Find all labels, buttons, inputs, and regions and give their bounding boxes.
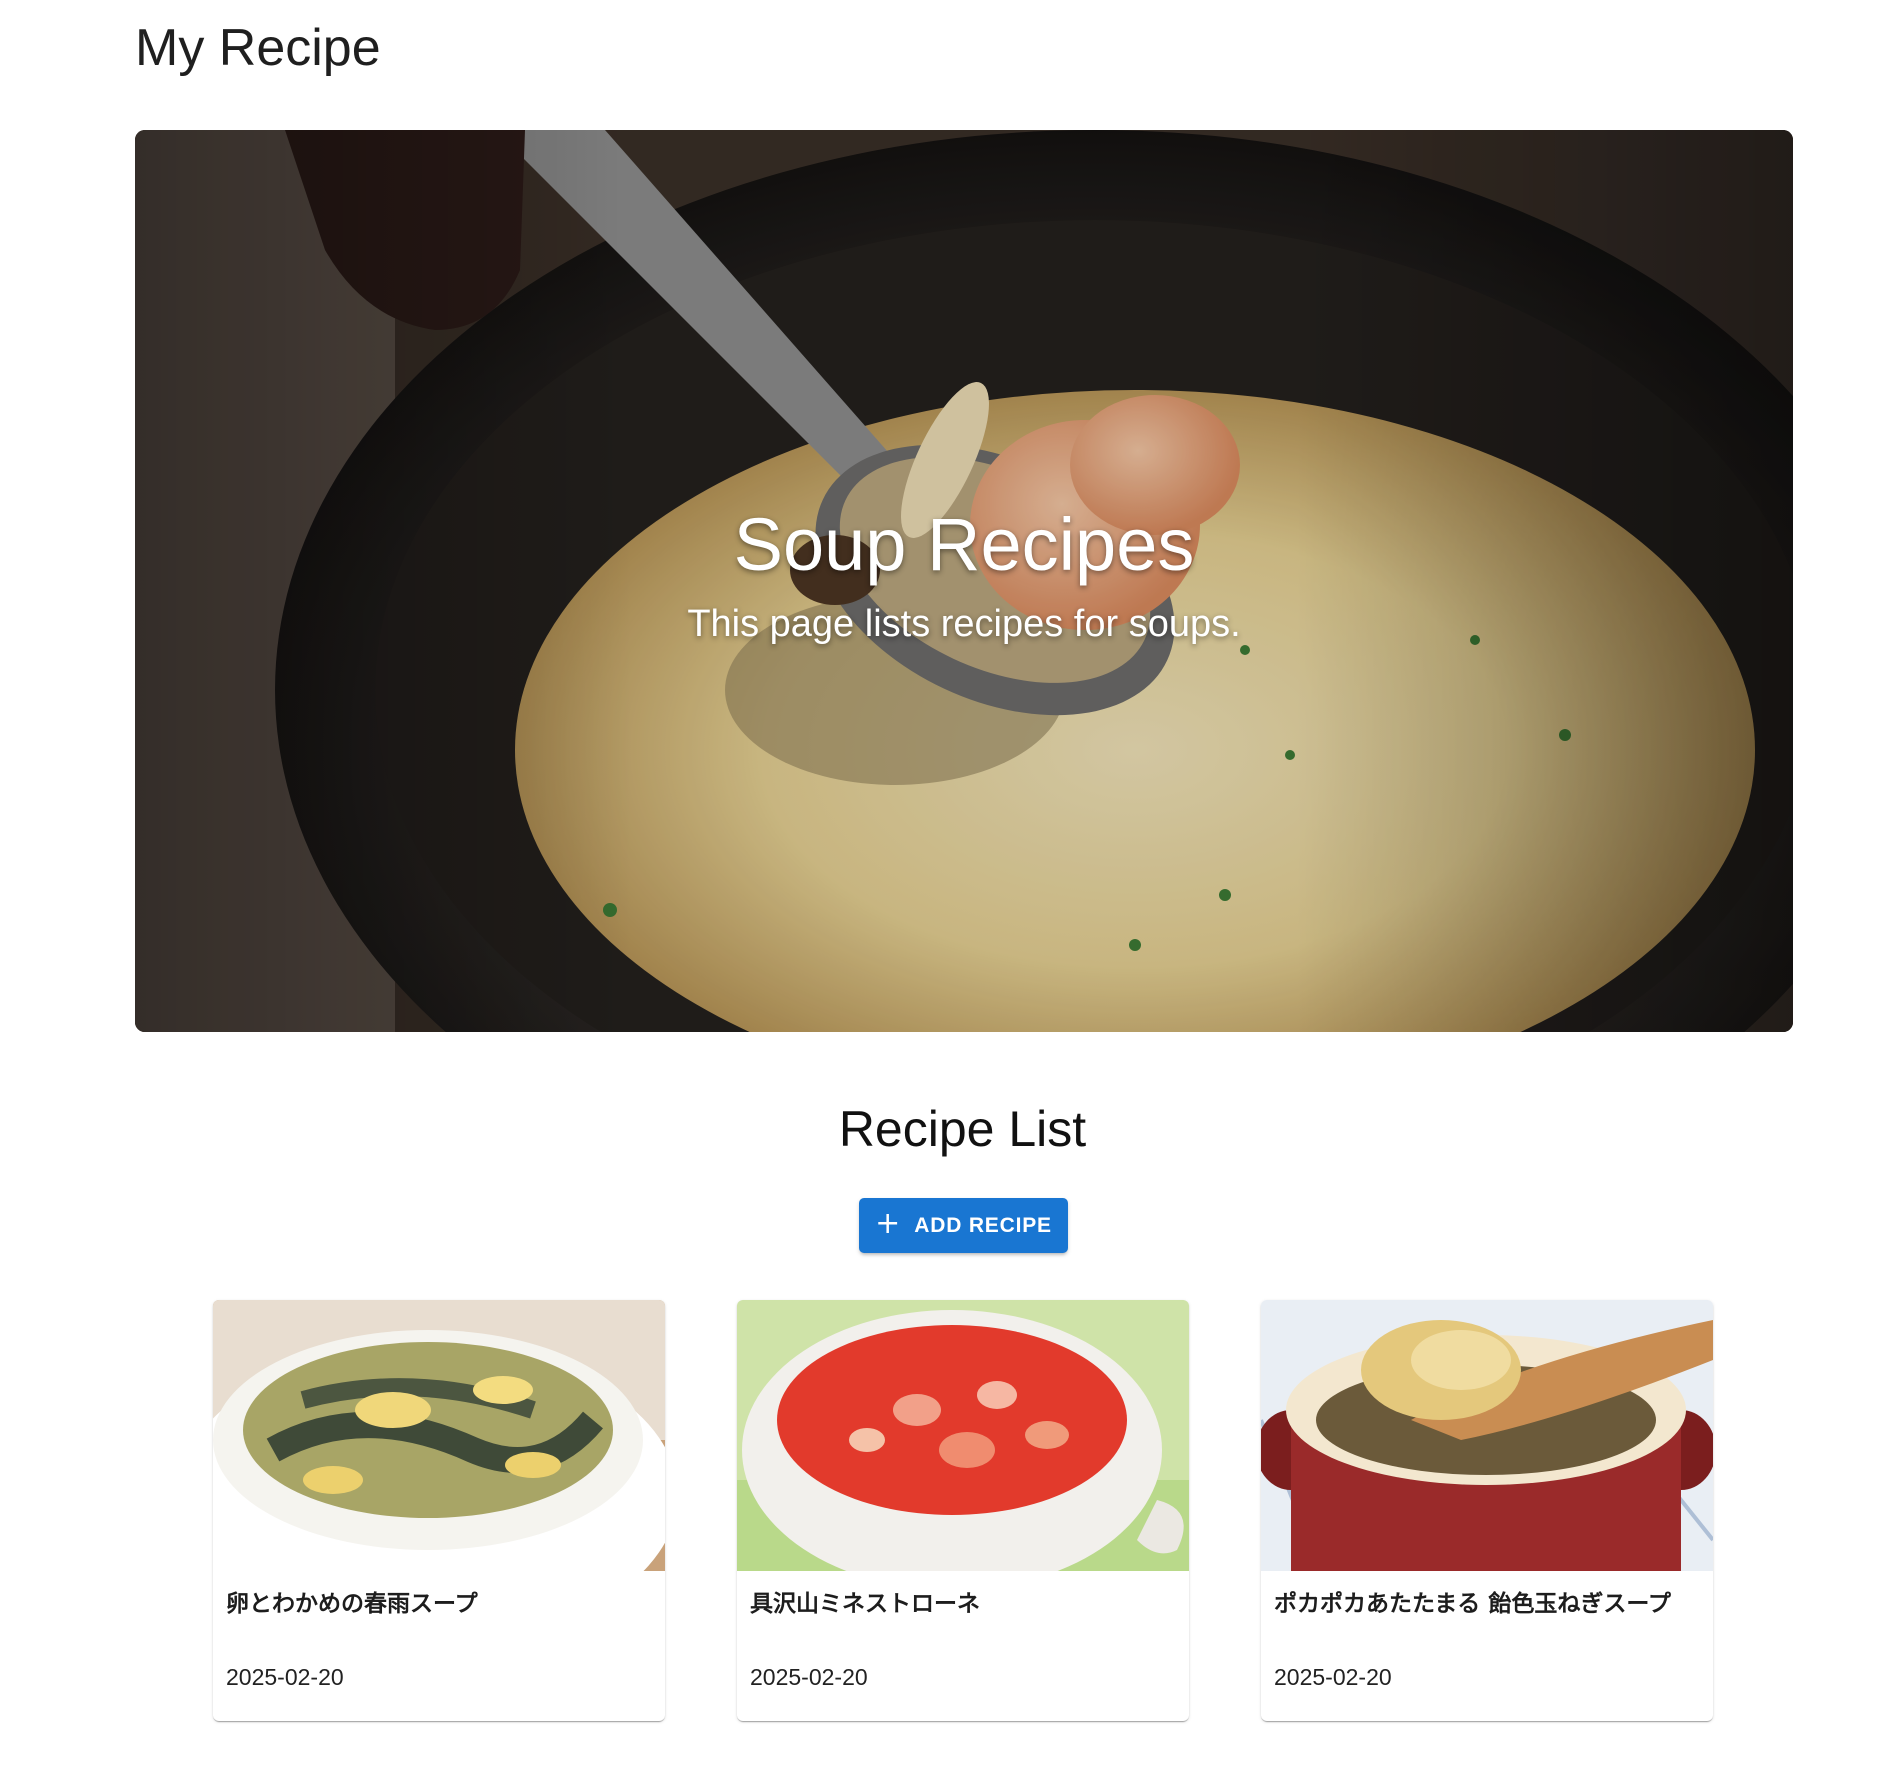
add-recipe-button-label: ADD RECIPE [914, 1213, 1052, 1237]
recipe-card-date: 2025-02-20 [750, 1664, 868, 1690]
hero-subtitle: This page lists recipes for soups. [687, 603, 1241, 645]
recipe-list-title: Recipe List [838, 1101, 1087, 1157]
recipe-image-minestrone [737, 1300, 1189, 1571]
recipe-image-egg-wakame-soup [213, 1300, 665, 1571]
recipe-card[interactable]: ポカポカあたたまる 飴色玉ねぎスープ 2025-02-20 [1261, 1300, 1713, 1721]
recipe-card-date: 2025-02-20 [226, 1664, 344, 1690]
hero-banner: Soup Recipes This page lists recipes for… [135, 130, 1793, 1032]
recipe-card-title: ポカポカあたたまる 飴色玉ねぎスープ [1274, 1591, 1671, 1617]
recipe-image-onion-soup [1261, 1300, 1713, 1571]
app-title: My Recipe [135, 19, 381, 77]
hero-title: Soup Recipes [733, 503, 1195, 586]
add-recipe-button[interactable]: + ADD RECIPE [859, 1198, 1068, 1253]
plus-icon: + [875, 1206, 901, 1241]
recipe-card-date: 2025-02-20 [1274, 1664, 1392, 1690]
recipe-card-title: 卵とわかめの春雨スープ [226, 1591, 478, 1617]
recipe-card-title: 具沢山ミネストローネ [750, 1591, 980, 1617]
recipe-card-list: 卵とわかめの春雨スープ 2025-02-20 具沢山ミネストローネ 2025-0… [213, 1300, 1713, 1725]
hero-text: Soup Recipes This page lists recipes for… [135, 500, 1793, 646]
recipe-card[interactable]: 具沢山ミネストローネ 2025-02-20 [737, 1300, 1189, 1721]
recipe-card[interactable]: 卵とわかめの春雨スープ 2025-02-20 [213, 1300, 665, 1721]
